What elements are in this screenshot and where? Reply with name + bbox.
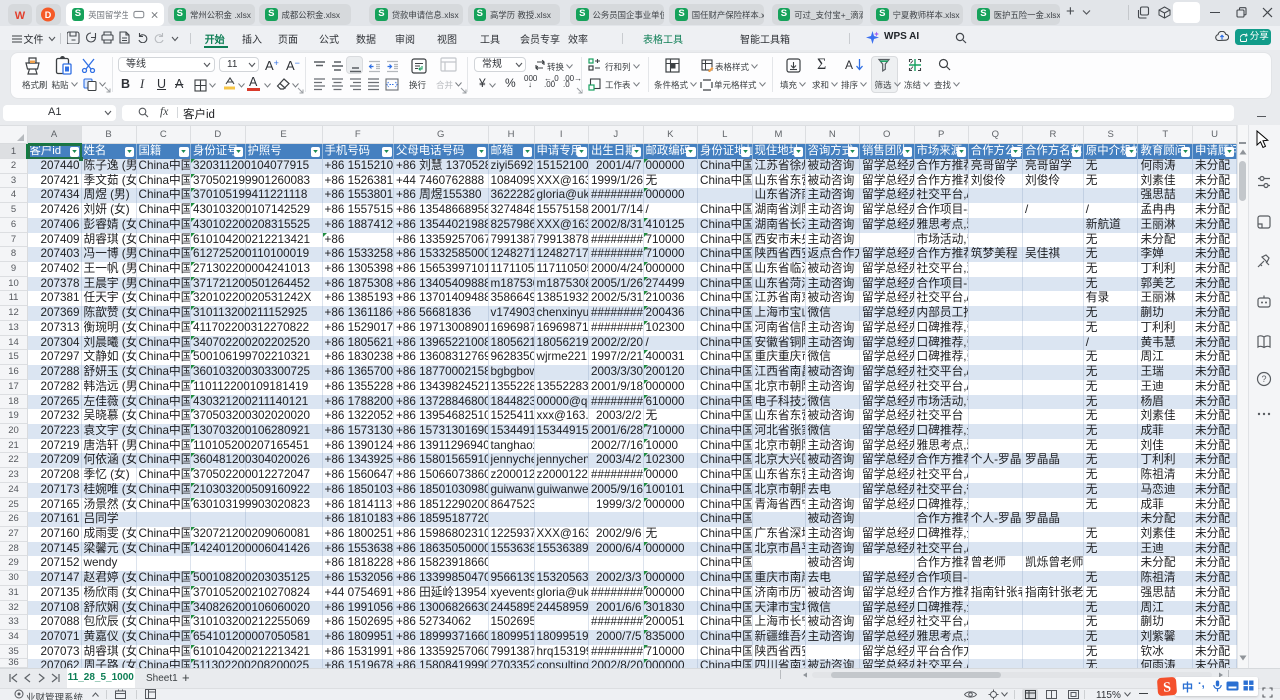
- svg-text:?: ?: [1261, 374, 1266, 384]
- svg-text:S: S: [1163, 680, 1172, 696]
- svg-text:W: W: [14, 10, 25, 22]
- svg-text:D: D: [45, 10, 52, 20]
